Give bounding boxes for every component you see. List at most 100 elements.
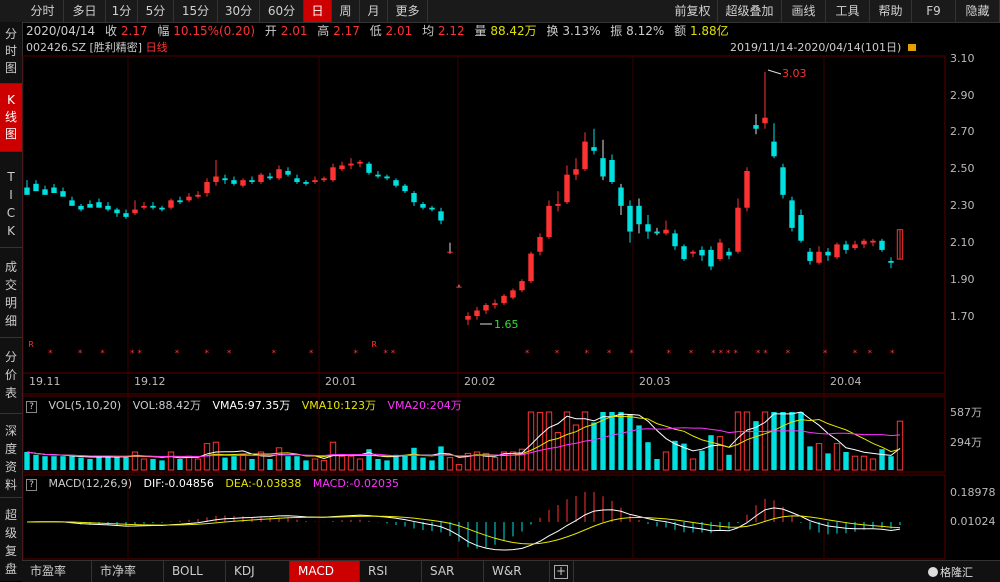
candle-body bbox=[690, 251, 696, 254]
candle-body bbox=[69, 200, 75, 206]
candle-body bbox=[24, 187, 30, 195]
candle-body bbox=[240, 180, 246, 186]
candle-body bbox=[483, 304, 489, 311]
candle bbox=[321, 176, 327, 182]
candle-body bbox=[60, 191, 66, 197]
event-star-marker: * bbox=[205, 349, 210, 359]
candle-body bbox=[33, 183, 39, 192]
volume-bar bbox=[185, 455, 193, 471]
tab-boll[interactable]: BOLL bbox=[164, 561, 226, 582]
volume-tick: 294万 bbox=[950, 436, 982, 449]
macd-legend-dif: DIF:-0.04856 bbox=[143, 477, 214, 490]
tab-wr[interactable]: W&R bbox=[484, 561, 550, 582]
event-star-marker: * bbox=[853, 349, 858, 359]
candle bbox=[285, 167, 291, 177]
date-tick: 20.02 bbox=[464, 375, 496, 388]
help-icon[interactable]: ? bbox=[26, 401, 37, 413]
volume-bar bbox=[212, 441, 220, 471]
volume-bar bbox=[807, 446, 813, 470]
high-arrow-line bbox=[767, 69, 782, 75]
candle-body bbox=[249, 180, 255, 182]
candle-body bbox=[681, 246, 687, 260]
volume-bar bbox=[734, 411, 742, 471]
candle bbox=[375, 170, 381, 179]
candle bbox=[42, 185, 48, 195]
volume-bar bbox=[249, 459, 255, 470]
candle bbox=[807, 248, 813, 265]
tab-rsi[interactable]: RSI bbox=[360, 561, 422, 582]
tab-sar[interactable]: SAR bbox=[422, 561, 484, 582]
macd-legend: ? MACD(12,26,9) DIF:-0.04856 DEA:-0.0383… bbox=[26, 477, 407, 491]
tab-kdj[interactable]: KDJ bbox=[226, 561, 290, 582]
volume-bar bbox=[491, 457, 499, 471]
candle-body bbox=[789, 200, 795, 228]
candle bbox=[96, 198, 102, 208]
candle-body bbox=[222, 178, 228, 181]
candle bbox=[60, 187, 66, 197]
volume-bar bbox=[203, 443, 211, 471]
volume-bar bbox=[285, 456, 291, 470]
candle-body bbox=[402, 185, 408, 192]
candle-body bbox=[357, 161, 363, 164]
candle bbox=[357, 159, 363, 168]
candle bbox=[312, 176, 318, 184]
candle-body bbox=[42, 189, 48, 195]
candle bbox=[744, 167, 750, 212]
date-tick: 19.12 bbox=[134, 375, 166, 388]
candle bbox=[348, 158, 354, 170]
candle bbox=[150, 202, 156, 210]
candle-body bbox=[132, 209, 138, 214]
help-icon[interactable]: ? bbox=[26, 479, 37, 491]
candle-body bbox=[744, 170, 750, 208]
volume-legend: ? VOL(5,10,20) VOL:88.42万 VMA5:97.35万 VM… bbox=[26, 397, 470, 413]
tab-pb[interactable]: 市净率 bbox=[92, 561, 164, 582]
candle-body bbox=[852, 244, 858, 249]
volume-bar bbox=[177, 459, 183, 470]
volume-bar bbox=[716, 436, 724, 471]
tab-pe[interactable]: 市盈率 bbox=[22, 561, 92, 582]
tab-macd[interactable]: MACD bbox=[290, 561, 360, 582]
candle bbox=[708, 246, 714, 271]
event-star-marker: * bbox=[309, 349, 314, 359]
volume-bar bbox=[888, 456, 894, 470]
candle-body bbox=[159, 207, 165, 210]
add-tab-button[interactable]: + bbox=[550, 561, 574, 582]
candle bbox=[276, 165, 282, 181]
event-star-marker: * bbox=[719, 349, 724, 359]
candle-body bbox=[393, 180, 399, 186]
volume-bar bbox=[563, 411, 571, 471]
volume-bar bbox=[60, 456, 66, 470]
candle-body bbox=[807, 251, 813, 261]
event-r-marker: R bbox=[28, 340, 34, 349]
candle bbox=[609, 154, 615, 184]
price-tick: 2.50 bbox=[950, 162, 975, 175]
candle bbox=[141, 202, 147, 210]
event-star-marker: * bbox=[689, 349, 694, 359]
candle-body bbox=[771, 141, 777, 157]
volume-bar bbox=[618, 412, 624, 470]
kline-chart[interactable]: * * * * * * * * * * * * * * * * * * * * * * * * * * * * * * *R R bbox=[0, 0, 1000, 581]
candle bbox=[474, 306, 480, 320]
candle-body bbox=[708, 249, 714, 267]
candle-body bbox=[537, 237, 543, 252]
volume-bar bbox=[393, 454, 399, 470]
volume-bar bbox=[411, 447, 417, 470]
candle-body bbox=[447, 251, 453, 253]
event-star-marker: * bbox=[383, 349, 388, 359]
volume-legend-vol: VOL:88.42万 bbox=[132, 399, 202, 412]
volume-bar bbox=[320, 459, 328, 471]
candle-body bbox=[582, 141, 588, 170]
volume-bar bbox=[257, 451, 265, 471]
volume-bar bbox=[69, 456, 75, 470]
candle-body bbox=[366, 163, 372, 173]
candle bbox=[726, 248, 732, 260]
volume-bar bbox=[780, 412, 786, 470]
candle bbox=[510, 288, 516, 300]
volume-bar bbox=[150, 459, 156, 470]
candle-body bbox=[672, 233, 678, 247]
volume-bar bbox=[420, 457, 426, 470]
candle-body bbox=[258, 174, 264, 182]
candle bbox=[870, 238, 876, 247]
candle bbox=[618, 183, 624, 216]
candle bbox=[789, 196, 795, 232]
